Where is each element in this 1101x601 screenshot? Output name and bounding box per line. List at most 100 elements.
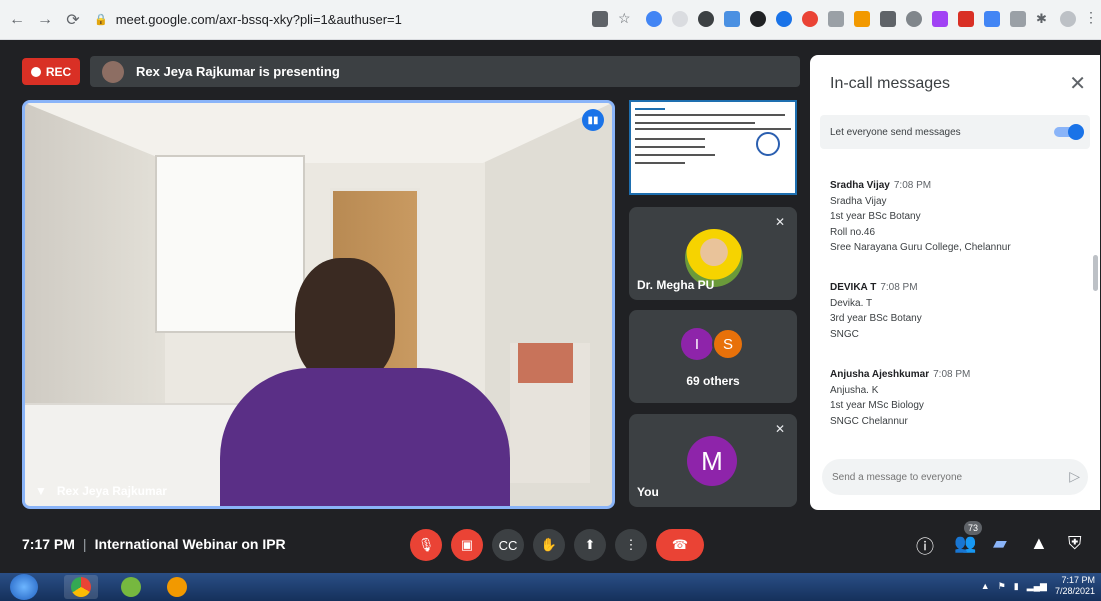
message-line: Devika. T [830,297,873,309]
extension-icon[interactable] [698,11,714,27]
bookmark-star-icon[interactable]: ☆ [618,10,634,26]
captions-icon: CC [498,537,518,553]
cast-icon[interactable] [592,11,608,27]
taskbar-app[interactable] [160,575,194,599]
people-icon[interactable]: 👥 [954,533,976,554]
main-video-tile[interactable]: ▮▮ ▼ Rex Jeya Rajkumar [22,100,615,509]
extension-icon[interactable] [724,11,740,27]
end-call-button[interactable]: ☎ [656,529,704,561]
extension-icon[interactable] [880,11,896,27]
in-call-messages-panel: In-call messages ✕ Let everyone send mes… [810,55,1100,510]
host-controls-icon[interactable]: ⛨ [1068,533,1082,554]
extension-icon[interactable] [750,11,766,27]
avatar: M [687,436,737,486]
participant-name: You [637,485,659,499]
close-icon[interactable]: ✕ [1069,71,1086,96]
message-line: Roll no.46 [830,226,876,238]
allow-messages-toggle[interactable] [1054,124,1084,140]
message-time: 7:08 PM [933,369,971,380]
send-icon[interactable]: ▷ [1069,468,1080,485]
meet-stage: REC Rex Jeya Rajkumar is presenting ▮▮ ▼… [0,40,1101,573]
whiteboard [155,155,305,333]
message-line: SNGC Chelannur [830,415,908,427]
panel-title: In-call messages [830,75,951,92]
chrome-icon [71,577,91,597]
app-icon [167,577,187,597]
chat-icon[interactable]: ▰ [993,533,1007,554]
avatar: I [681,328,713,360]
taskbar-chrome[interactable] [64,575,98,599]
divider: | [82,536,87,552]
hand-icon: ✋ [540,537,558,552]
seal-icon [756,132,780,156]
participant-tile-others[interactable]: I S 69 others [629,310,797,403]
info-icon[interactable]: ⓘ [916,533,934,559]
avatar: S [712,328,744,360]
activities-icon[interactable]: ▲ [1030,533,1048,554]
extension-icon[interactable] [802,11,818,27]
taskbar-clock[interactable]: 7:17 PM 7/28/2021 [1055,575,1095,597]
camera-toggle-button[interactable]: ▣ [451,529,483,561]
phone-hangup-icon: ☎ [671,537,689,552]
puzzle-icon[interactable]: ✱ [1036,11,1052,27]
presenting-text: Rex Jeya Rajkumar is presenting [136,64,340,79]
camera-off-icon: ▣ [460,537,474,552]
mic-toggle-button[interactable]: 🎙 [410,529,442,561]
battery-icon[interactable]: ▮ [1014,581,1019,592]
system-tray: ▲ ⚑ ▮ ▂▄▆ 7:17 PM 7/28/2021 [981,575,1095,597]
control-bar: 7:17 PM | International Webinar on IPR 🎙… [0,518,1101,573]
others-count: 69 others [686,374,740,388]
clock-date: 7/28/2021 [1054,586,1095,596]
meeting-info: 7:17 PM | International Webinar on IPR [22,536,286,552]
allow-messages-row: Let everyone send messages [820,115,1090,149]
extension-icon[interactable] [646,11,662,27]
meeting-title: International Webinar on IPR [94,536,286,552]
address-bar[interactable]: 🔒 meet.google.com/axr-bssq-xky?pli=1&aut… [94,7,564,33]
extension-icon[interactable] [672,11,688,27]
flag-icon[interactable]: ⚑ [998,581,1006,592]
tray-arrow-icon[interactable]: ▲ [981,581,990,591]
participant-tile-you[interactable]: ✕ M You [629,414,797,507]
participant-tile-megha[interactable]: ✕ Dr. Megha PU [629,207,797,300]
meeting-time: 7:17 PM [22,536,75,552]
chat-message-input[interactable] [822,459,1088,495]
record-dot-icon [30,66,41,77]
extension-icon[interactable] [958,11,974,27]
reload-icon[interactable]: ⟳ [62,9,84,31]
extension-icon[interactable] [1010,11,1026,27]
pin-icon: ▼ [35,484,47,498]
taskbar-utorrent[interactable] [114,575,148,599]
present-button[interactable]: ⬆ [574,529,606,561]
captions-button[interactable]: CC [492,529,524,561]
speaker-body [220,368,510,506]
message-sender: Sradha Vijay [830,180,890,191]
extension-icon[interactable] [776,11,792,27]
clock-time: 7:17 PM [1061,575,1095,585]
start-button[interactable] [10,574,38,600]
more-options-button[interactable]: ⋮ [615,529,647,561]
raise-hand-button[interactable]: ✋ [533,529,565,561]
speaker-head [295,258,395,383]
profile-avatar-icon[interactable] [1060,11,1076,27]
message-line: Anjusha. K [830,384,879,396]
back-icon[interactable]: ← [6,9,28,31]
extension-icon[interactable] [984,11,1000,27]
extension-icon[interactable] [932,11,948,27]
message-time: 7:08 PM [880,282,918,293]
menu-kebab-icon[interactable]: ⋮ [1084,9,1100,25]
forward-icon[interactable]: → [34,9,56,31]
mic-off-icon: ✕ [774,422,785,436]
presentation-thumbnail[interactable] [629,100,797,195]
message-line: 1st year MSc Biology [830,400,924,411]
extension-icon[interactable] [828,11,844,27]
url-text: meet.google.com/axr-bssq-xky?pli=1&authu… [115,12,402,27]
chat-message: DEVIKA T 7:08 PM Devika. T 3rd year BSc B… [830,280,922,342]
slide-watermark [661,158,791,186]
presenting-banner: Rex Jeya Rajkumar is presenting [90,56,800,87]
os-taskbar: ▲ ⚑ ▮ ▂▄▆ 7:17 PM 7/28/2021 [0,573,1101,601]
extension-icon[interactable] [854,11,870,27]
extension-icon[interactable] [906,11,922,27]
signal-icon[interactable]: ▂▄▆ [1027,581,1047,592]
message-time: 7:08 PM [893,180,932,191]
chat-scrollbar[interactable] [1093,255,1098,291]
